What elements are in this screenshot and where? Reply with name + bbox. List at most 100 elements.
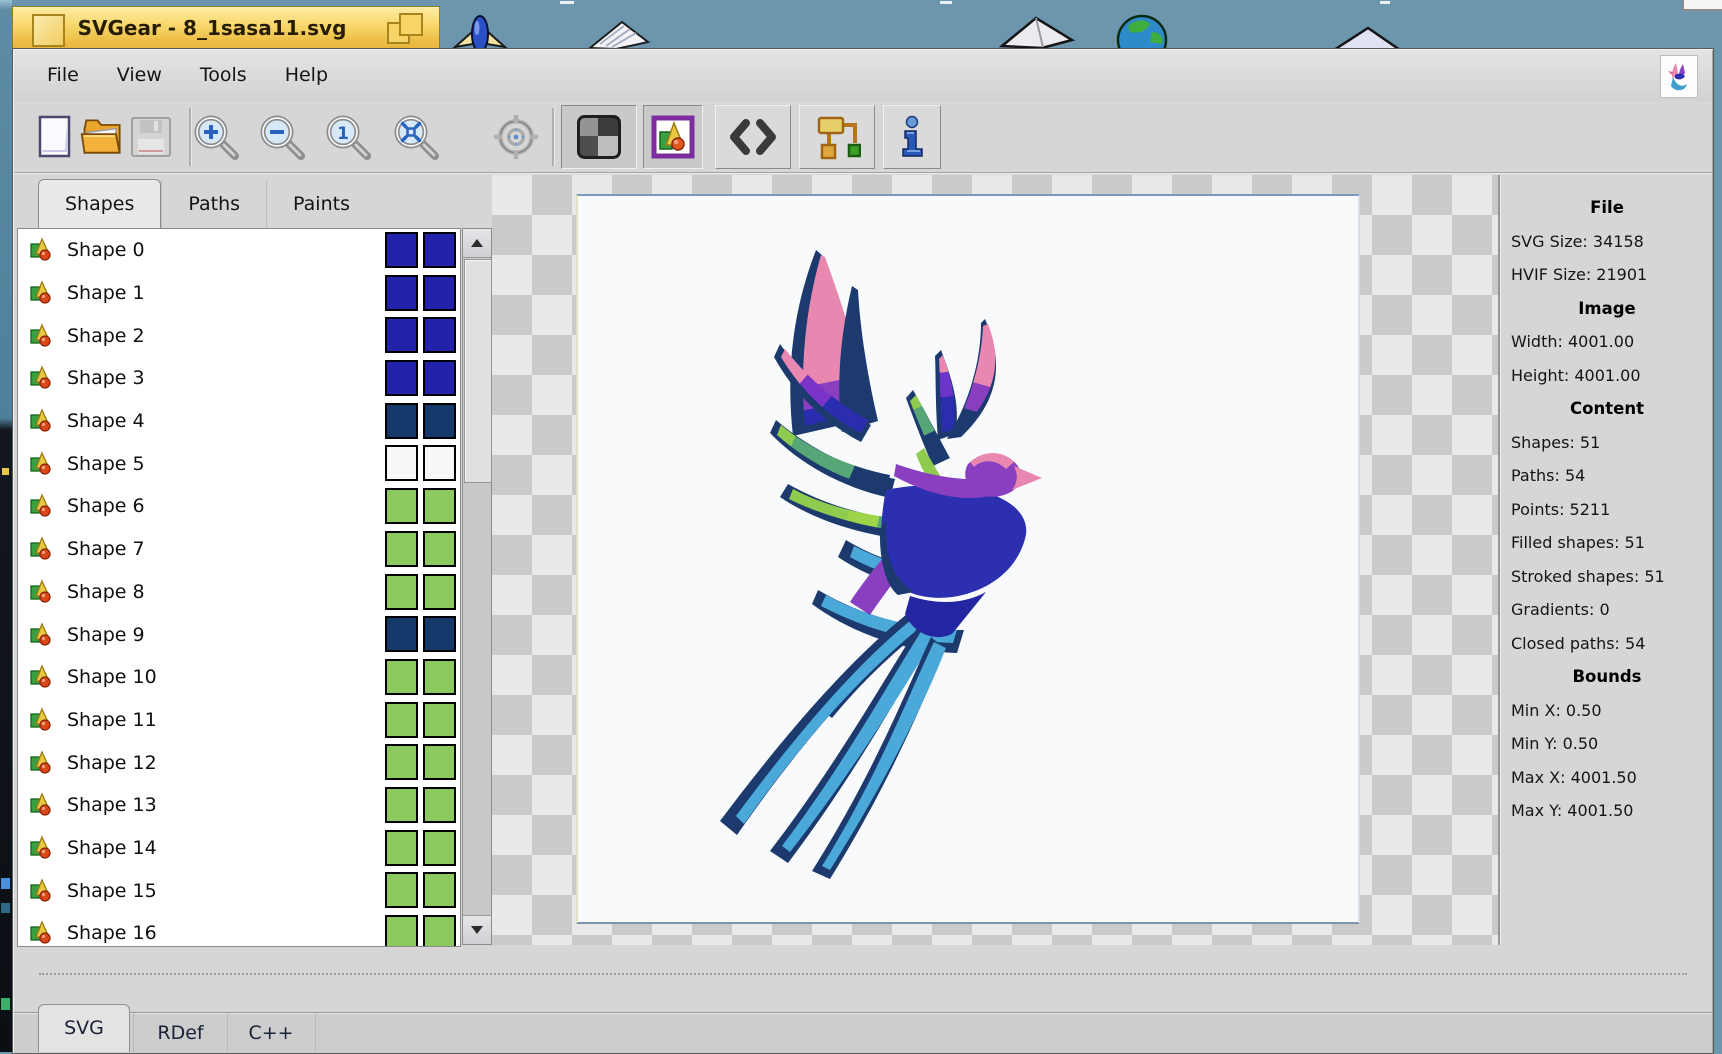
maximize-button[interactable]	[387, 13, 425, 44]
shape-label: Shape 10	[67, 666, 157, 688]
shape-icon	[30, 707, 54, 733]
shape-icon	[30, 493, 54, 519]
shape-label: Shape 1	[67, 282, 145, 304]
info-row: Height: 4001.00	[1501, 359, 1713, 393]
shape-label: Shape 0	[67, 239, 145, 261]
fill-swatch	[385, 616, 418, 652]
shape-row[interactable]: Shape 14	[18, 827, 460, 870]
tab-svg[interactable]: SVG	[38, 1004, 130, 1052]
zoom-out-icon	[258, 113, 306, 161]
structure-view-button[interactable]	[799, 105, 875, 169]
center-target-button[interactable]	[492, 107, 540, 167]
shape-list-scrollbar[interactable]	[462, 228, 492, 945]
save-floppy-icon	[129, 115, 173, 159]
svg-canvas[interactable]	[576, 194, 1360, 924]
zoom-out-button[interactable]	[258, 107, 306, 167]
stroke-swatch	[423, 360, 456, 396]
stroke-swatch	[423, 830, 456, 866]
shape-icon	[30, 451, 54, 477]
shape-row[interactable]: Shape 16	[18, 912, 460, 947]
menu-view[interactable]: View	[98, 50, 181, 101]
shape-row[interactable]: Shape 6	[18, 485, 460, 528]
fill-swatch	[385, 445, 418, 481]
new-document-icon	[37, 114, 73, 160]
shape-label: Shape 5	[67, 453, 145, 475]
shape-label: Shape 12	[67, 752, 157, 774]
shape-row[interactable]: Shape 4	[18, 400, 460, 443]
open-folder-icon	[79, 114, 127, 160]
fill-swatch	[385, 830, 418, 866]
shape-row[interactable]: Shape 0	[18, 229, 460, 272]
info-section-title: Bounds	[1501, 660, 1713, 694]
shape-icon	[30, 622, 54, 648]
shape-row[interactable]: Shape 10	[18, 656, 460, 699]
shape-row[interactable]: Shape 1	[18, 272, 460, 315]
checkerboard-toggle-button[interactable]	[561, 105, 637, 169]
stroke-swatch	[423, 488, 456, 524]
tab-shapes[interactable]: Shapes	[38, 179, 161, 228]
shapes-view-button[interactable]	[643, 105, 703, 169]
info-row: Paths: 54	[1501, 459, 1713, 493]
stroke-swatch	[423, 872, 456, 908]
fill-swatch	[385, 488, 418, 524]
menu-file[interactable]: File	[28, 50, 98, 101]
center-target-icon	[492, 111, 540, 163]
shape-icon	[30, 237, 54, 263]
stroke-swatch	[423, 531, 456, 567]
stroke-swatch	[423, 787, 456, 823]
tab-paints[interactable]: Paints	[266, 180, 376, 228]
shape-row[interactable]: Shape 9	[18, 613, 460, 656]
shape-icon	[30, 750, 54, 776]
bottom-tabbar: SVG RDef C++	[14, 1012, 1712, 1053]
desktop-speck	[1, 903, 10, 913]
splitter-handle[interactable]	[39, 973, 1687, 975]
stroke-swatch	[423, 317, 456, 353]
shape-row[interactable]: Shape 2	[18, 314, 460, 357]
new-document-button[interactable]	[31, 107, 79, 167]
shape-row[interactable]: Shape 13	[18, 784, 460, 827]
fill-swatch	[385, 787, 418, 823]
shape-icon	[30, 878, 54, 904]
save-button-disabled[interactable]	[127, 107, 175, 167]
scroll-up-button[interactable]	[463, 229, 491, 258]
desktop-speck	[2, 468, 9, 475]
menu-help[interactable]: Help	[266, 50, 347, 101]
scroll-down-button[interactable]	[463, 915, 491, 944]
info-view-button[interactable]	[883, 105, 941, 169]
shape-row[interactable]: Shape 12	[18, 741, 460, 784]
artwork-dove	[702, 224, 1062, 884]
shape-row[interactable]: Shape 15	[18, 869, 460, 912]
shape-icon	[30, 323, 54, 349]
window-title-tab[interactable]: SVGear - 8_1sasa11.svg	[12, 6, 440, 50]
toolbar: 1	[14, 101, 1712, 173]
shape-icon	[30, 365, 54, 391]
shapes-panel-tabbar: Shapes Paths Paints	[17, 180, 376, 228]
open-file-button[interactable]	[79, 107, 127, 167]
shape-row[interactable]: Shape 5	[18, 442, 460, 485]
menu-bar: File View Tools Help	[14, 50, 1712, 102]
shape-row[interactable]: Shape 8	[18, 571, 460, 614]
shape-row[interactable]: Shape 7	[18, 528, 460, 571]
shape-row[interactable]: Shape 11	[18, 699, 460, 742]
zoom-in-button[interactable]	[192, 107, 240, 167]
source-code-view-button[interactable]	[715, 105, 791, 169]
fill-swatch	[385, 232, 418, 268]
fill-swatch	[385, 531, 418, 567]
shape-label: Shape 9	[67, 624, 145, 646]
shape-icon	[30, 280, 54, 306]
menu-tools[interactable]: Tools	[181, 50, 266, 101]
shape-row[interactable]: Shape 3	[18, 357, 460, 400]
shape-list: Shape 0 Shape 1 Shape 2Shape 3Shape 4 Shape…	[17, 228, 461, 947]
info-section-title: File	[1501, 191, 1713, 225]
scrollbar-thumb[interactable]	[464, 259, 492, 483]
tab-paths[interactable]: Paths	[161, 180, 266, 228]
zoom-original-button[interactable]: 1	[324, 107, 372, 167]
panel-divider[interactable]	[1498, 175, 1500, 945]
zoom-fit-button[interactable]	[392, 107, 440, 167]
code-brackets-icon	[728, 117, 778, 157]
close-button[interactable]	[32, 14, 65, 47]
tab-rdef[interactable]: RDef	[133, 1013, 228, 1053]
shape-label: Shape 11	[67, 709, 157, 731]
window-body: File View Tools Help	[12, 48, 1714, 1054]
tab-cpp[interactable]: C++	[227, 1013, 316, 1053]
